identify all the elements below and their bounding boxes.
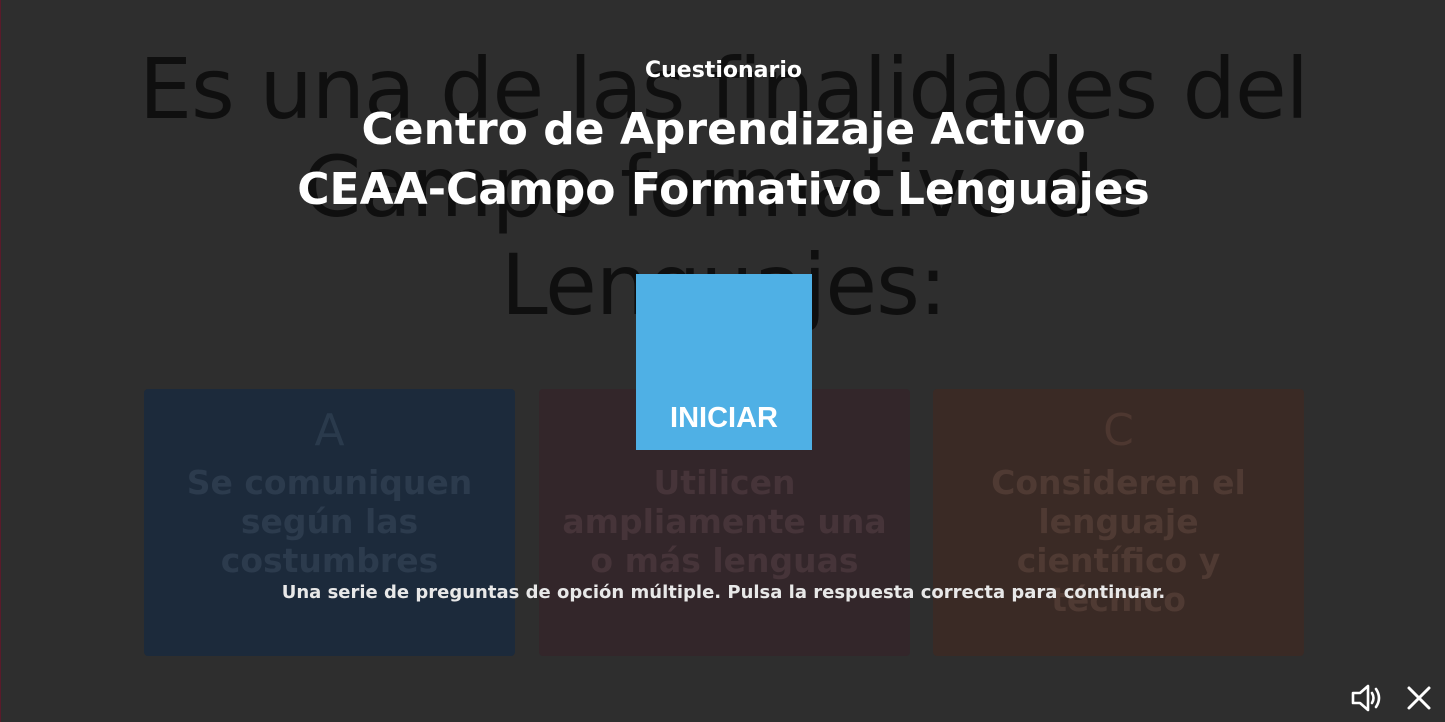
quiz-stage: Es una de las finalidades del Campo form…: [0, 0, 1445, 722]
close-icon: [1407, 686, 1431, 710]
quiz-title-line-2: CEAA-Campo Formativo Lenguajes: [297, 164, 1150, 215]
quiz-title: Centro de Aprendizaje Activo CEAA-Campo …: [1, 100, 1445, 220]
intro-overlay: Cuestionario Centro de Aprendizaje Activ…: [1, 0, 1445, 722]
sound-toggle-button[interactable]: [1349, 680, 1385, 716]
start-button[interactable]: INICIAR: [636, 274, 812, 450]
quiz-type-label: Cuestionario: [644, 58, 802, 83]
speaker-icon: [1351, 684, 1381, 712]
close-button[interactable]: [1401, 680, 1437, 716]
quiz-title-line-1: Centro de Aprendizaje Activo: [361, 104, 1086, 155]
quiz-description: Una serie de preguntas de opción múltipl…: [281, 582, 1166, 603]
start-button-label: INICIAR: [670, 402, 778, 434]
